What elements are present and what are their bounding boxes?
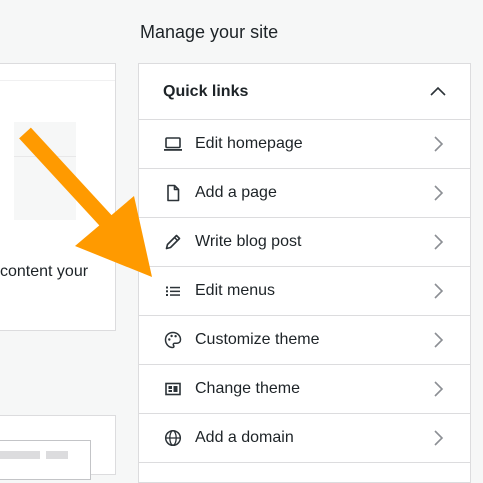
quick-link-add-page[interactable]: Add a page: [139, 169, 470, 218]
quick-link-label: Add a page: [195, 184, 277, 201]
page-icon: [167, 184, 180, 202]
chevron-right-icon: [434, 136, 444, 152]
chevron-right-icon: [434, 234, 444, 250]
palette-icon: [164, 331, 182, 349]
chevron-right-icon: [434, 381, 444, 397]
card-divider: [0, 80, 115, 81]
quick-link-add-domain[interactable]: Add a domain: [139, 414, 470, 463]
quick-link-label: Edit menus: [195, 282, 276, 299]
quick-link-edit-menus[interactable]: Edit menus: [139, 267, 470, 316]
secondary-card: [0, 415, 116, 480]
chevron-up-icon[interactable]: [428, 82, 448, 102]
preview-bar: [46, 451, 68, 459]
chevron-right-icon: [434, 185, 444, 201]
card-snippet-text: content your: [0, 263, 89, 280]
quick-link-edit-homepage[interactable]: Edit homepage: [139, 120, 470, 169]
laptop-icon: [164, 137, 182, 151]
card-preview: [0, 440, 91, 480]
quick-links-panel: Quick links Edit homepage Add a page Wri…: [138, 63, 471, 483]
quick-link-change-theme[interactable]: Change theme: [139, 365, 470, 414]
chevron-right-icon: [434, 332, 444, 348]
quick-link-label: Change theme: [195, 380, 300, 397]
quick-link-label: Add a domain: [195, 429, 294, 446]
content-card: content your: [0, 63, 116, 331]
quick-link-write-blog-post[interactable]: Write blog post: [139, 218, 470, 267]
quick-links-header[interactable]: Quick links: [139, 64, 470, 120]
chevron-right-icon: [434, 430, 444, 446]
section-title: Manage your site: [140, 22, 279, 42]
menu-list-icon: [166, 286, 180, 296]
theme-layout-icon: [165, 382, 181, 396]
quick-link-label: Write blog post: [195, 233, 302, 250]
preview-bar: [0, 451, 40, 459]
card-thumbnail: [14, 122, 76, 220]
quick-link-label: Customize theme: [195, 331, 320, 348]
quick-link-customize-theme[interactable]: Customize theme: [139, 316, 470, 365]
chevron-right-icon: [434, 283, 444, 299]
quick-link-label: Edit homepage: [195, 135, 303, 152]
quick-links-list: Edit homepage Add a page Write blog post: [139, 120, 470, 463]
globe-icon: [164, 429, 182, 447]
quick-links-title: Quick links: [163, 83, 249, 100]
pencil-icon: [165, 234, 181, 250]
thumbnail-divider: [14, 156, 76, 157]
